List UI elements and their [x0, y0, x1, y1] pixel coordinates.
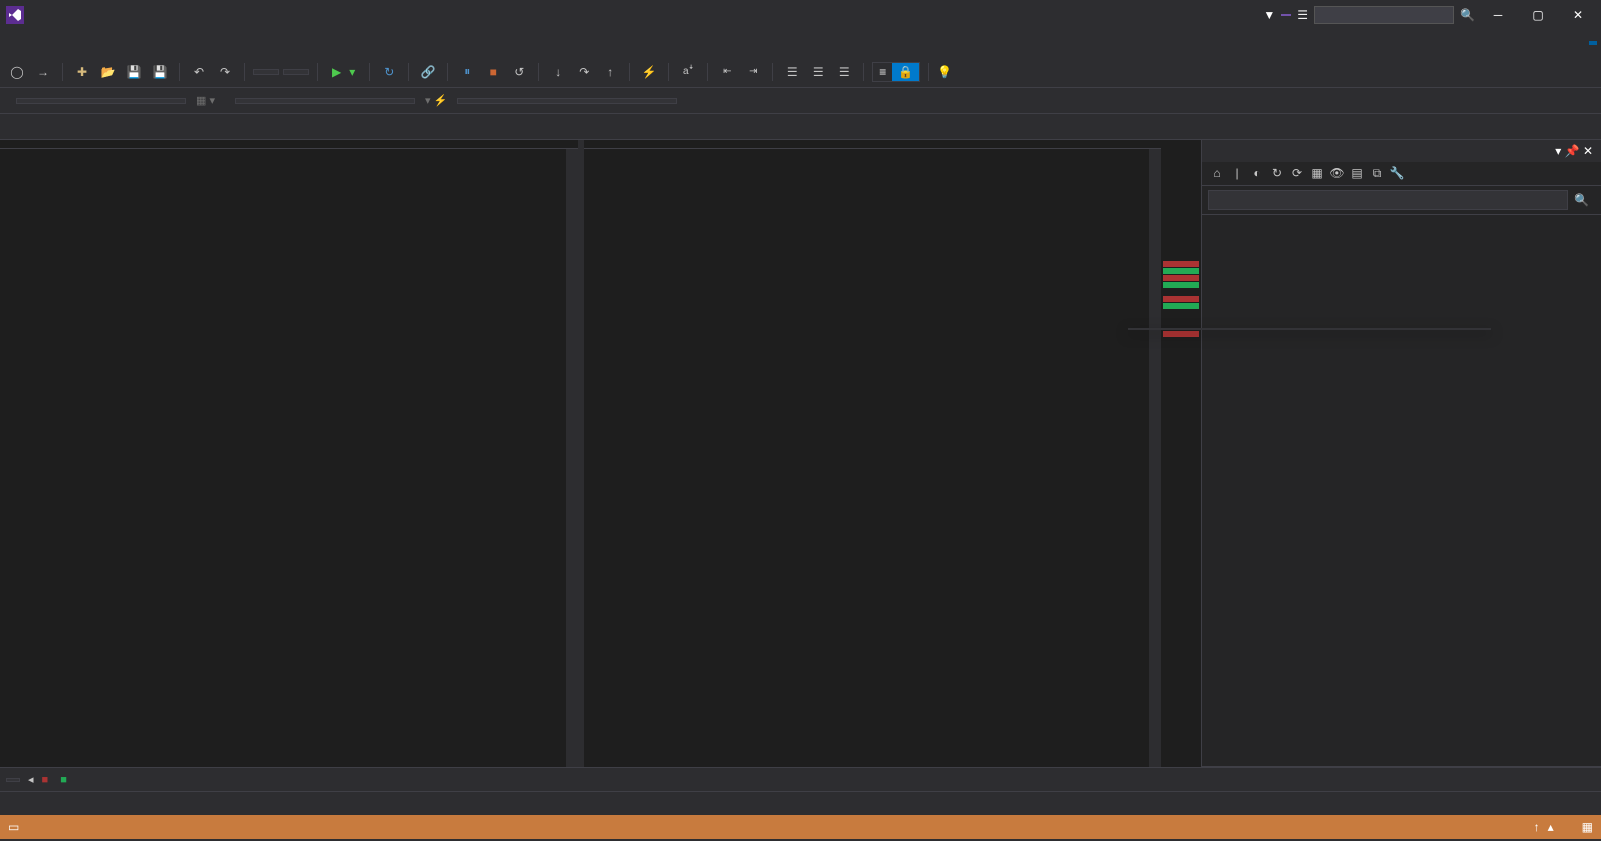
- saveall-icon[interactable]: 💾: [149, 61, 171, 83]
- undo-icon[interactable]: ↶: [188, 61, 210, 83]
- lifecycle-combo[interactable]: ▦ ▾: [196, 94, 215, 107]
- main-toolbar: ◯ → ✚ 📂 💾 💾 ↶ ↷ ▶ ▾ ↻ 🔗 ⏸ ■ ↺ ↓ ↷ ↑ ⚡ aꜜ…: [0, 56, 1601, 88]
- outdent-icon[interactable]: ⇤: [716, 61, 738, 83]
- properties-icon[interactable]: ▤: [1348, 166, 1366, 181]
- continue-button[interactable]: ▶ ▾: [326, 63, 361, 81]
- minimize-button[interactable]: ─: [1481, 3, 1515, 27]
- app-insights-dropdown[interactable]: [956, 70, 972, 74]
- solution-search: 🔍: [1202, 186, 1601, 215]
- scroll-left-icon[interactable]: ◂: [28, 773, 34, 786]
- nav-fwd-icon[interactable]: →: [32, 61, 54, 83]
- maximize-button[interactable]: ▢: [1521, 3, 1555, 27]
- view-class-icon[interactable]: ⧉: [1368, 166, 1386, 181]
- debug-toolbar: ▦ ▾ ▾ ⚡: [0, 88, 1601, 114]
- platform-combo[interactable]: [283, 69, 309, 75]
- statusbar: ▭ ↑ ▴ ▦: [0, 815, 1601, 839]
- right-editor: [584, 140, 1162, 767]
- refresh-icon[interactable]: ↻: [378, 61, 400, 83]
- pin-icon[interactable]: 📌: [1565, 144, 1580, 158]
- config-combo[interactable]: [253, 69, 279, 75]
- pause-icon[interactable]: ⏸: [456, 61, 478, 83]
- document-tabs: [0, 114, 1601, 140]
- indent-icon[interactable]: aꜜ: [677, 61, 699, 83]
- user-avatar[interactable]: [1589, 41, 1597, 45]
- solution-search-input[interactable]: [1208, 190, 1568, 210]
- show-all-icon[interactable]: ▦: [1308, 166, 1326, 181]
- minimap[interactable]: [1161, 140, 1201, 767]
- preview-icon[interactable]: 👁: [1328, 166, 1346, 181]
- solution-tree[interactable]: [1202, 215, 1601, 766]
- status-grip-icon: ▦: [1582, 820, 1593, 834]
- vs-logo-icon: [6, 6, 24, 24]
- stackframe-label: ▾ ⚡: [425, 94, 447, 107]
- user-name[interactable]: [1567, 39, 1583, 47]
- restart-icon[interactable]: ↺: [508, 61, 530, 83]
- nav-back-icon[interactable]: ◯: [6, 61, 28, 83]
- home-icon[interactable]: ⌂: [1208, 166, 1226, 181]
- solution-explorer-title: ▾ 📌 ✕: [1202, 140, 1601, 162]
- left-editor: [0, 140, 578, 767]
- thread-combo[interactable]: [235, 98, 415, 104]
- status-icon: ▭: [8, 820, 19, 834]
- insights-icon: 💡: [937, 65, 952, 79]
- collapse-icon[interactable]: ◐: [1248, 166, 1266, 181]
- open-icon[interactable]: 📂: [97, 61, 119, 83]
- stackframe-combo[interactable]: [457, 98, 677, 104]
- quick-launch-input[interactable]: [1314, 6, 1454, 24]
- process-combo[interactable]: [16, 98, 186, 104]
- zoom-combo[interactable]: [6, 778, 20, 782]
- right-editor-header: [584, 140, 1162, 149]
- comment-icon[interactable]: ☰: [781, 61, 803, 83]
- solution-explorer: ▾ 📌 ✕ ⌂| ◐ ↻ ⟳ ▦ 👁 ▤ ⧉ 🔧 🔍: [1201, 140, 1601, 767]
- add-source-control[interactable]: ↑ ▴: [1534, 820, 1554, 834]
- indent2-icon[interactable]: ⇥: [742, 61, 764, 83]
- right-code[interactable]: [600, 149, 1150, 767]
- left-editor-header: [0, 140, 578, 149]
- bookmark-icon[interactable]: ☰: [833, 61, 855, 83]
- save-icon[interactable]: 💾: [123, 61, 145, 83]
- legend-deleted: [42, 774, 53, 786]
- refresh-tree-icon[interactable]: ⟳: [1288, 166, 1306, 181]
- search-icon[interactable]: 🔍: [1460, 8, 1475, 22]
- left-code[interactable]: [16, 149, 566, 767]
- build-scope-toggle[interactable]: ≡🔒: [872, 62, 920, 82]
- new-icon[interactable]: ✚: [71, 61, 93, 83]
- redo-icon[interactable]: ↷: [214, 61, 236, 83]
- uncomment-icon[interactable]: ☰: [807, 61, 829, 83]
- side-panel-tabs: [1202, 766, 1601, 767]
- menubar: [0, 30, 1601, 56]
- left-gutter: [0, 149, 16, 767]
- close-panel-icon[interactable]: ✕: [1583, 144, 1593, 158]
- titlebar: ▼ ☰ 🔍 ─ ▢ ✕: [0, 0, 1601, 30]
- hex-icon[interactable]: ⚡: [638, 61, 660, 83]
- notification-badge[interactable]: [1281, 14, 1291, 16]
- feedback-icon[interactable]: ☰: [1297, 8, 1308, 22]
- legend-added: [60, 774, 71, 786]
- solution-toolbar: ⌂| ◐ ↻ ⟳ ▦ 👁 ▤ ⧉ 🔧: [1202, 162, 1601, 186]
- browser-link-icon[interactable]: 🔗: [417, 61, 439, 83]
- bottom-tool-tabs: [0, 791, 1601, 815]
- stop-icon[interactable]: ■: [482, 61, 504, 83]
- sync-icon[interactable]: ↻: [1268, 166, 1286, 181]
- diff-legend-bar: ◂: [0, 767, 1601, 791]
- step-over-icon[interactable]: ↷: [573, 61, 595, 83]
- step-out-icon[interactable]: ↑: [599, 61, 621, 83]
- close-button[interactable]: ✕: [1561, 3, 1595, 27]
- wrench-icon[interactable]: 🔧: [1388, 166, 1406, 181]
- flag-icon[interactable]: ▼: [1263, 8, 1275, 22]
- step-into-icon[interactable]: ↓: [547, 61, 569, 83]
- search-icon[interactable]: 🔍: [1568, 190, 1595, 210]
- dropdown-icon[interactable]: ▾: [1555, 144, 1561, 158]
- right-gutter: [584, 149, 600, 767]
- main-area: ▾ 📌 ✕ ⌂| ◐ ↻ ⟳ ▦ 👁 ▤ ⧉ 🔧 🔍: [0, 140, 1601, 767]
- context-menu: [1128, 328, 1491, 330]
